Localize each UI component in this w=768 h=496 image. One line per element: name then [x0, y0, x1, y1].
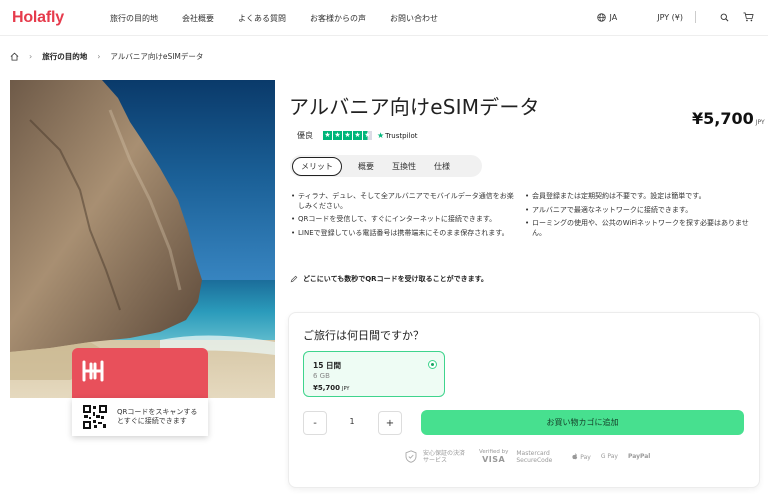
language-selector[interactable]: JA [596, 12, 618, 22]
benefit-item: アルバニアで最適なネットワークに接続できます。 [524, 206, 754, 216]
breadcrumb-separator: › [97, 52, 101, 61]
nav-item-reviews[interactable]: お客様からの声 [310, 13, 366, 24]
cart-icon[interactable] [743, 12, 754, 22]
apple-pay-text: Pay [580, 453, 591, 461]
trustpilot-star-icon: ★ [377, 131, 385, 140]
google-pay-logo: G Pay [600, 453, 618, 460]
star-icon: ★ [343, 131, 352, 140]
verified-by-visa-logo: Verified by VISA [479, 449, 508, 464]
currency-selector[interactable]: JPY (¥) [657, 13, 683, 22]
apple-pay-logo: Pay [572, 452, 591, 461]
shield-icon [405, 450, 417, 463]
mastercard-securecode-logo: Mastercard SecureCode [516, 449, 553, 464]
visa-text: VISA [482, 455, 506, 464]
qr-code-icon [82, 404, 108, 430]
price-value: ¥5,700 [692, 109, 754, 128]
plan-days: 15 日間 [313, 361, 342, 370]
trustpilot-label: Trustpilot [385, 131, 418, 140]
tab-benefits[interactable]: メリット [292, 156, 342, 176]
tab-compatibility[interactable]: 互換性 [392, 161, 416, 172]
trustpilot-logo: ★ Trustpilot [377, 131, 418, 140]
benefit-item: ティラナ、デュレ、そして全アルバニアでモバイルデータ通信をお楽しみください。 [290, 192, 520, 211]
breadcrumb-separator: › [29, 52, 33, 61]
nav-item-about[interactable]: 会社概要 [182, 13, 214, 24]
star-icon: ★ [323, 131, 332, 140]
quantity-decrease-button[interactable]: - [303, 411, 327, 435]
benefit-item: LINEで登録している電話番号は携帯端末にそのまま保存されます。 [290, 229, 520, 239]
holafly-h-icon [82, 360, 104, 382]
plan-price: ¥5,700 JPY [313, 384, 349, 392]
benefits-list-right: 会員登録または定期契約は不要です。設定は簡単です。 アルバニアで最適なネットワー… [524, 192, 754, 242]
price-currency: JPY [755, 119, 765, 126]
product-tabs: メリット 概要 互換性 仕様 [290, 155, 482, 177]
star-icon: ★ [353, 131, 362, 140]
trustpilot-rating[interactable]: 優良 ★ ★ ★ ★ ★ ★ Trustpilot [297, 130, 418, 141]
duration-question: ご旅行は何日間ですか？ [303, 329, 424, 342]
qr-card-text: QRコードをスキャンするとすぐに接続できます [117, 408, 198, 425]
benefit-item: ローミングの使用や、公共のWiFiネットワークを探す必要はありません。 [524, 219, 754, 238]
tab-specs[interactable]: 仕様 [434, 161, 450, 172]
plan-data-amount: 6 GB [313, 372, 330, 380]
benefit-item: 会員登録または定期契約は不要です。設定は簡単です。 [524, 192, 754, 202]
breadcrumb-current: アルバニア向けeSIMデータ [110, 52, 204, 61]
benefit-item: QRコードを受信して、すぐにインターネットに接続できます。 [290, 215, 520, 225]
quantity-value[interactable]: 1 [342, 417, 362, 426]
search-icon[interactable] [720, 13, 729, 22]
paypal-logo: PayPal [627, 453, 651, 460]
secure-payment-text: 安心保証の決済サービス [423, 449, 466, 464]
nav-item-faq[interactable]: よくある質問 [238, 13, 286, 24]
apple-icon [572, 452, 578, 459]
rating-stars: ★ ★ ★ ★ ★ [323, 131, 373, 140]
benefits-list-left: ティラナ、デュレ、そして全アルバニアでモバイルデータ通信をお楽しみください。 Q… [290, 192, 520, 242]
globe-icon [596, 12, 606, 22]
nav-item-contact[interactable]: お問い合わせ [390, 13, 438, 24]
main-nav: 旅行の目的地 会社概要 よくある質問 お客様からの声 お問い合わせ [110, 13, 462, 24]
header-divider [695, 11, 696, 23]
nav-item-destinations[interactable]: 旅行の目的地 [110, 13, 158, 24]
product-title: アルバニア向けeSIMデータ [289, 95, 540, 119]
home-icon[interactable] [10, 52, 19, 61]
breadcrumb-destinations[interactable]: 旅行の目的地 [42, 51, 87, 62]
qr-info-card: QRコードをスキャンするとすぐに接続できます [72, 398, 208, 436]
rating-label: 優良 [297, 131, 313, 140]
star-icon: ★ [333, 131, 342, 140]
qr-note-text: どこにいても数秒でQRコードを受け取ることができます。 [303, 275, 488, 283]
plan-option-selected[interactable]: 15 日間 6 GB ¥5,700 JPY [303, 351, 445, 397]
tab-overview[interactable]: 概要 [358, 161, 374, 172]
plan-radio[interactable] [428, 360, 437, 369]
half-star-icon: ★ [363, 131, 372, 140]
plan-price-value: ¥5,700 [313, 384, 341, 392]
language-label: JA [609, 12, 618, 22]
payment-methods: 安心保証の決済サービス Verified by VISA Mastercard S… [405, 449, 660, 464]
pencil-icon [290, 275, 298, 283]
breadcrumb: › 旅行の目的地 › アルバニア向けeSIMデータ [10, 51, 203, 62]
plan-price-currency: JPY [342, 386, 350, 392]
header-actions: JA JPY (¥) [596, 11, 754, 23]
quantity-increase-button[interactable]: + [378, 411, 402, 435]
site-header: Holafly 旅行の目的地 会社概要 よくある質問 お客様からの声 お問い合わ… [0, 0, 768, 36]
product-price: ¥5,700 JPY [692, 109, 765, 128]
qr-delivery-note: どこにいても数秒でQRコードを受け取ることができます。 [290, 274, 488, 284]
holafly-logo[interactable]: Holafly [12, 9, 64, 27]
add-to-cart-button[interactable]: お買い物カゴに追加 [421, 410, 744, 435]
